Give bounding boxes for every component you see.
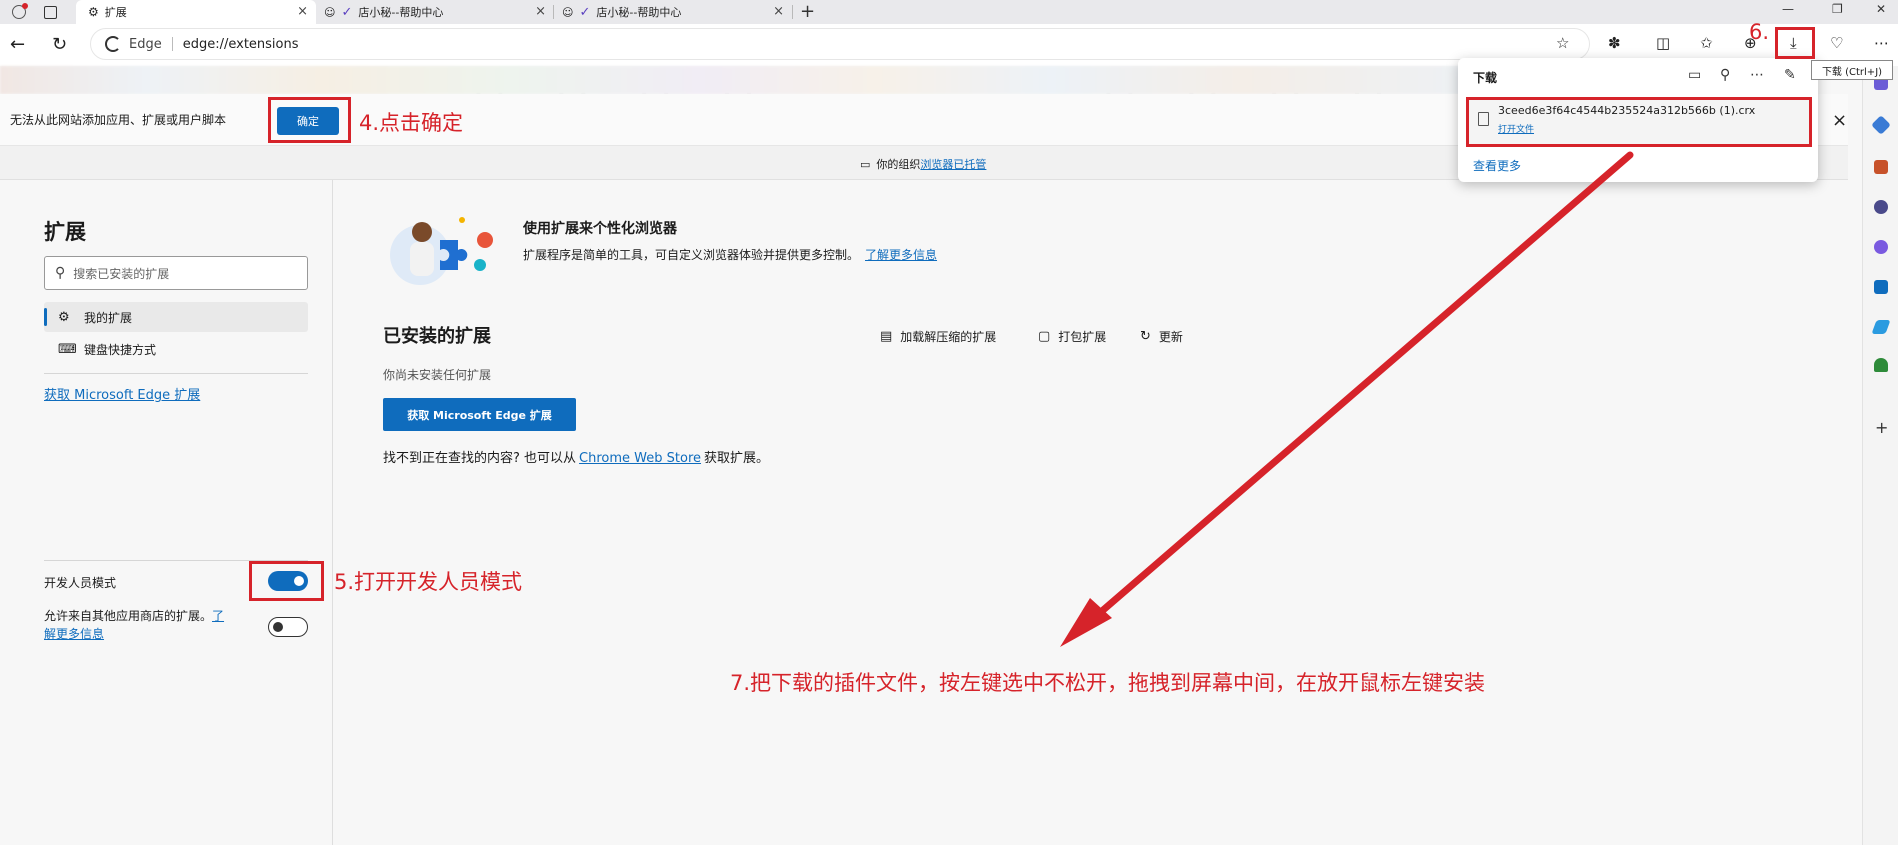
arrow-shaft <box>1076 151 1634 634</box>
screenshot-root: ▯ ▯ ▯ ▯ ▯ ▯ ▯ ▯ ⚙ 扩展 × ☺ ✓ 店小秘--帮助中心 × ☺… <box>0 0 1898 845</box>
annotation-arrow <box>1060 151 1634 647</box>
